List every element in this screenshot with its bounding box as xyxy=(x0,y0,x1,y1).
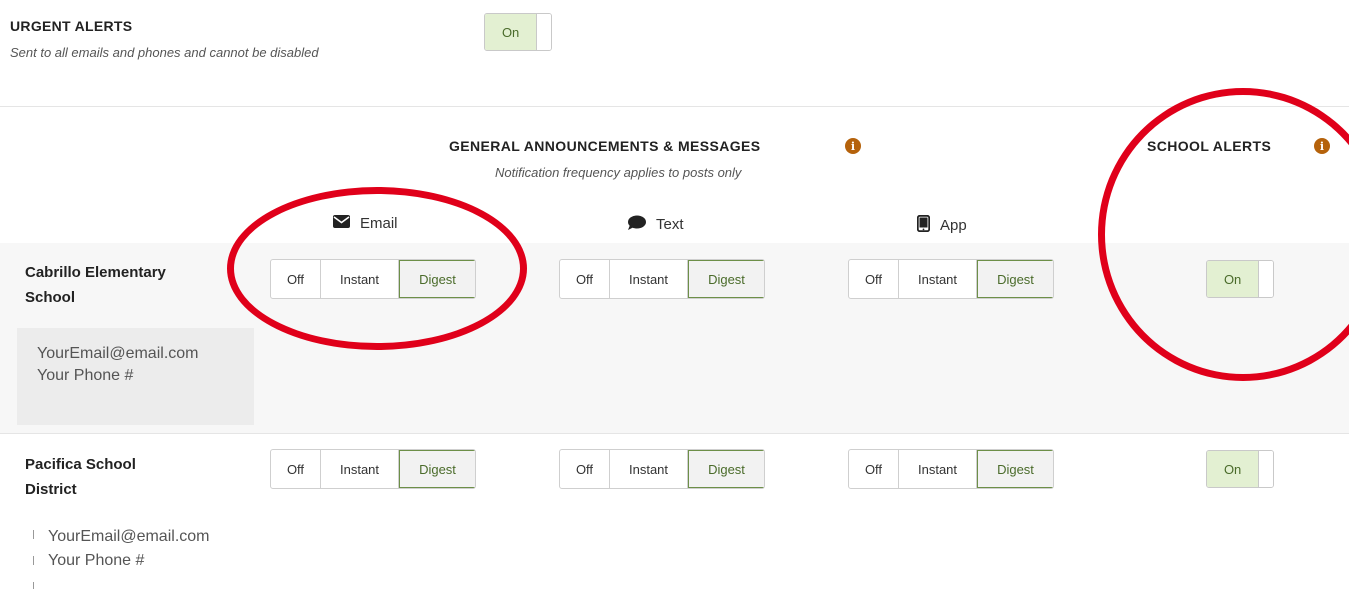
edge-mark xyxy=(33,530,34,539)
school-alerts-toggle[interactable]: On xyxy=(1206,450,1274,488)
option-digest-selected[interactable]: Digest xyxy=(399,450,475,488)
contact-info-box: YourEmail@email.com Your Phone # xyxy=(48,525,209,573)
option-off[interactable]: Off xyxy=(849,450,899,488)
app-frequency-selector[interactable]: Off Instant Digest xyxy=(848,259,1054,299)
option-digest-selected[interactable]: Digest xyxy=(688,450,764,488)
school-name: Pacifica School District xyxy=(25,452,136,502)
channel-app-header: App xyxy=(916,214,967,236)
app-frequency-selector[interactable]: Off Instant Digest xyxy=(848,449,1054,489)
option-instant[interactable]: Instant xyxy=(899,450,977,488)
option-instant[interactable]: Instant xyxy=(610,450,688,488)
toggle-on-label: On xyxy=(485,14,538,50)
toggle-knob xyxy=(537,14,551,50)
contact-info-box: YourEmail@email.com Your Phone # xyxy=(17,328,254,425)
section-divider xyxy=(0,106,1349,107)
phone-icon xyxy=(916,214,931,236)
edge-mark xyxy=(33,556,34,565)
option-digest-selected[interactable]: Digest xyxy=(977,450,1053,488)
school-name-line1: Pacifica School xyxy=(25,456,136,473)
speech-bubble-icon xyxy=(627,215,646,234)
frequency-note: Notification frequency applies to posts … xyxy=(495,165,742,180)
school-name-line1: Cabrillo Elementary xyxy=(25,264,166,281)
email-frequency-selector[interactable]: Off Instant Digest xyxy=(270,449,476,489)
option-instant[interactable]: Instant xyxy=(899,260,977,298)
option-instant[interactable]: Instant xyxy=(610,260,688,298)
row-divider xyxy=(0,433,1349,434)
channel-app-label: App xyxy=(940,217,967,234)
option-digest-selected[interactable]: Digest xyxy=(977,260,1053,298)
school-name-line2: School xyxy=(25,289,76,306)
annotation-circle-email xyxy=(227,187,527,350)
school-name-line2: District xyxy=(25,481,77,498)
text-frequency-selector[interactable]: Off Instant Digest xyxy=(559,449,765,489)
option-off[interactable]: Off xyxy=(560,260,610,298)
contact-email: YourEmail@email.com xyxy=(48,528,210,545)
text-frequency-selector[interactable]: Off Instant Digest xyxy=(559,259,765,299)
school-name: Cabrillo Elementary School xyxy=(25,260,166,310)
urgent-alerts-toggle[interactable]: On xyxy=(484,13,552,51)
option-off[interactable]: Off xyxy=(849,260,899,298)
info-icon[interactable]: i xyxy=(845,138,861,154)
option-digest-selected[interactable]: Digest xyxy=(688,260,764,298)
general-announcements-heading: GENERAL ANNOUNCEMENTS & MESSAGES xyxy=(449,138,761,154)
urgent-alerts-subtitle: Sent to all emails and phones and cannot… xyxy=(10,45,319,60)
toggle-knob xyxy=(1259,451,1273,487)
option-off[interactable]: Off xyxy=(271,450,321,488)
urgent-alerts-title: URGENT ALERTS xyxy=(10,18,133,34)
toggle-on-label: On xyxy=(1207,451,1260,487)
option-instant[interactable]: Instant xyxy=(321,450,399,488)
contact-phone: Your Phone # xyxy=(37,367,134,384)
channel-text-header: Text xyxy=(627,215,684,234)
contact-email: YourEmail@email.com xyxy=(37,345,199,362)
contact-phone: Your Phone # xyxy=(48,552,145,569)
option-off[interactable]: Off xyxy=(560,450,610,488)
channel-text-label: Text xyxy=(656,216,684,233)
edge-mark xyxy=(33,582,34,589)
